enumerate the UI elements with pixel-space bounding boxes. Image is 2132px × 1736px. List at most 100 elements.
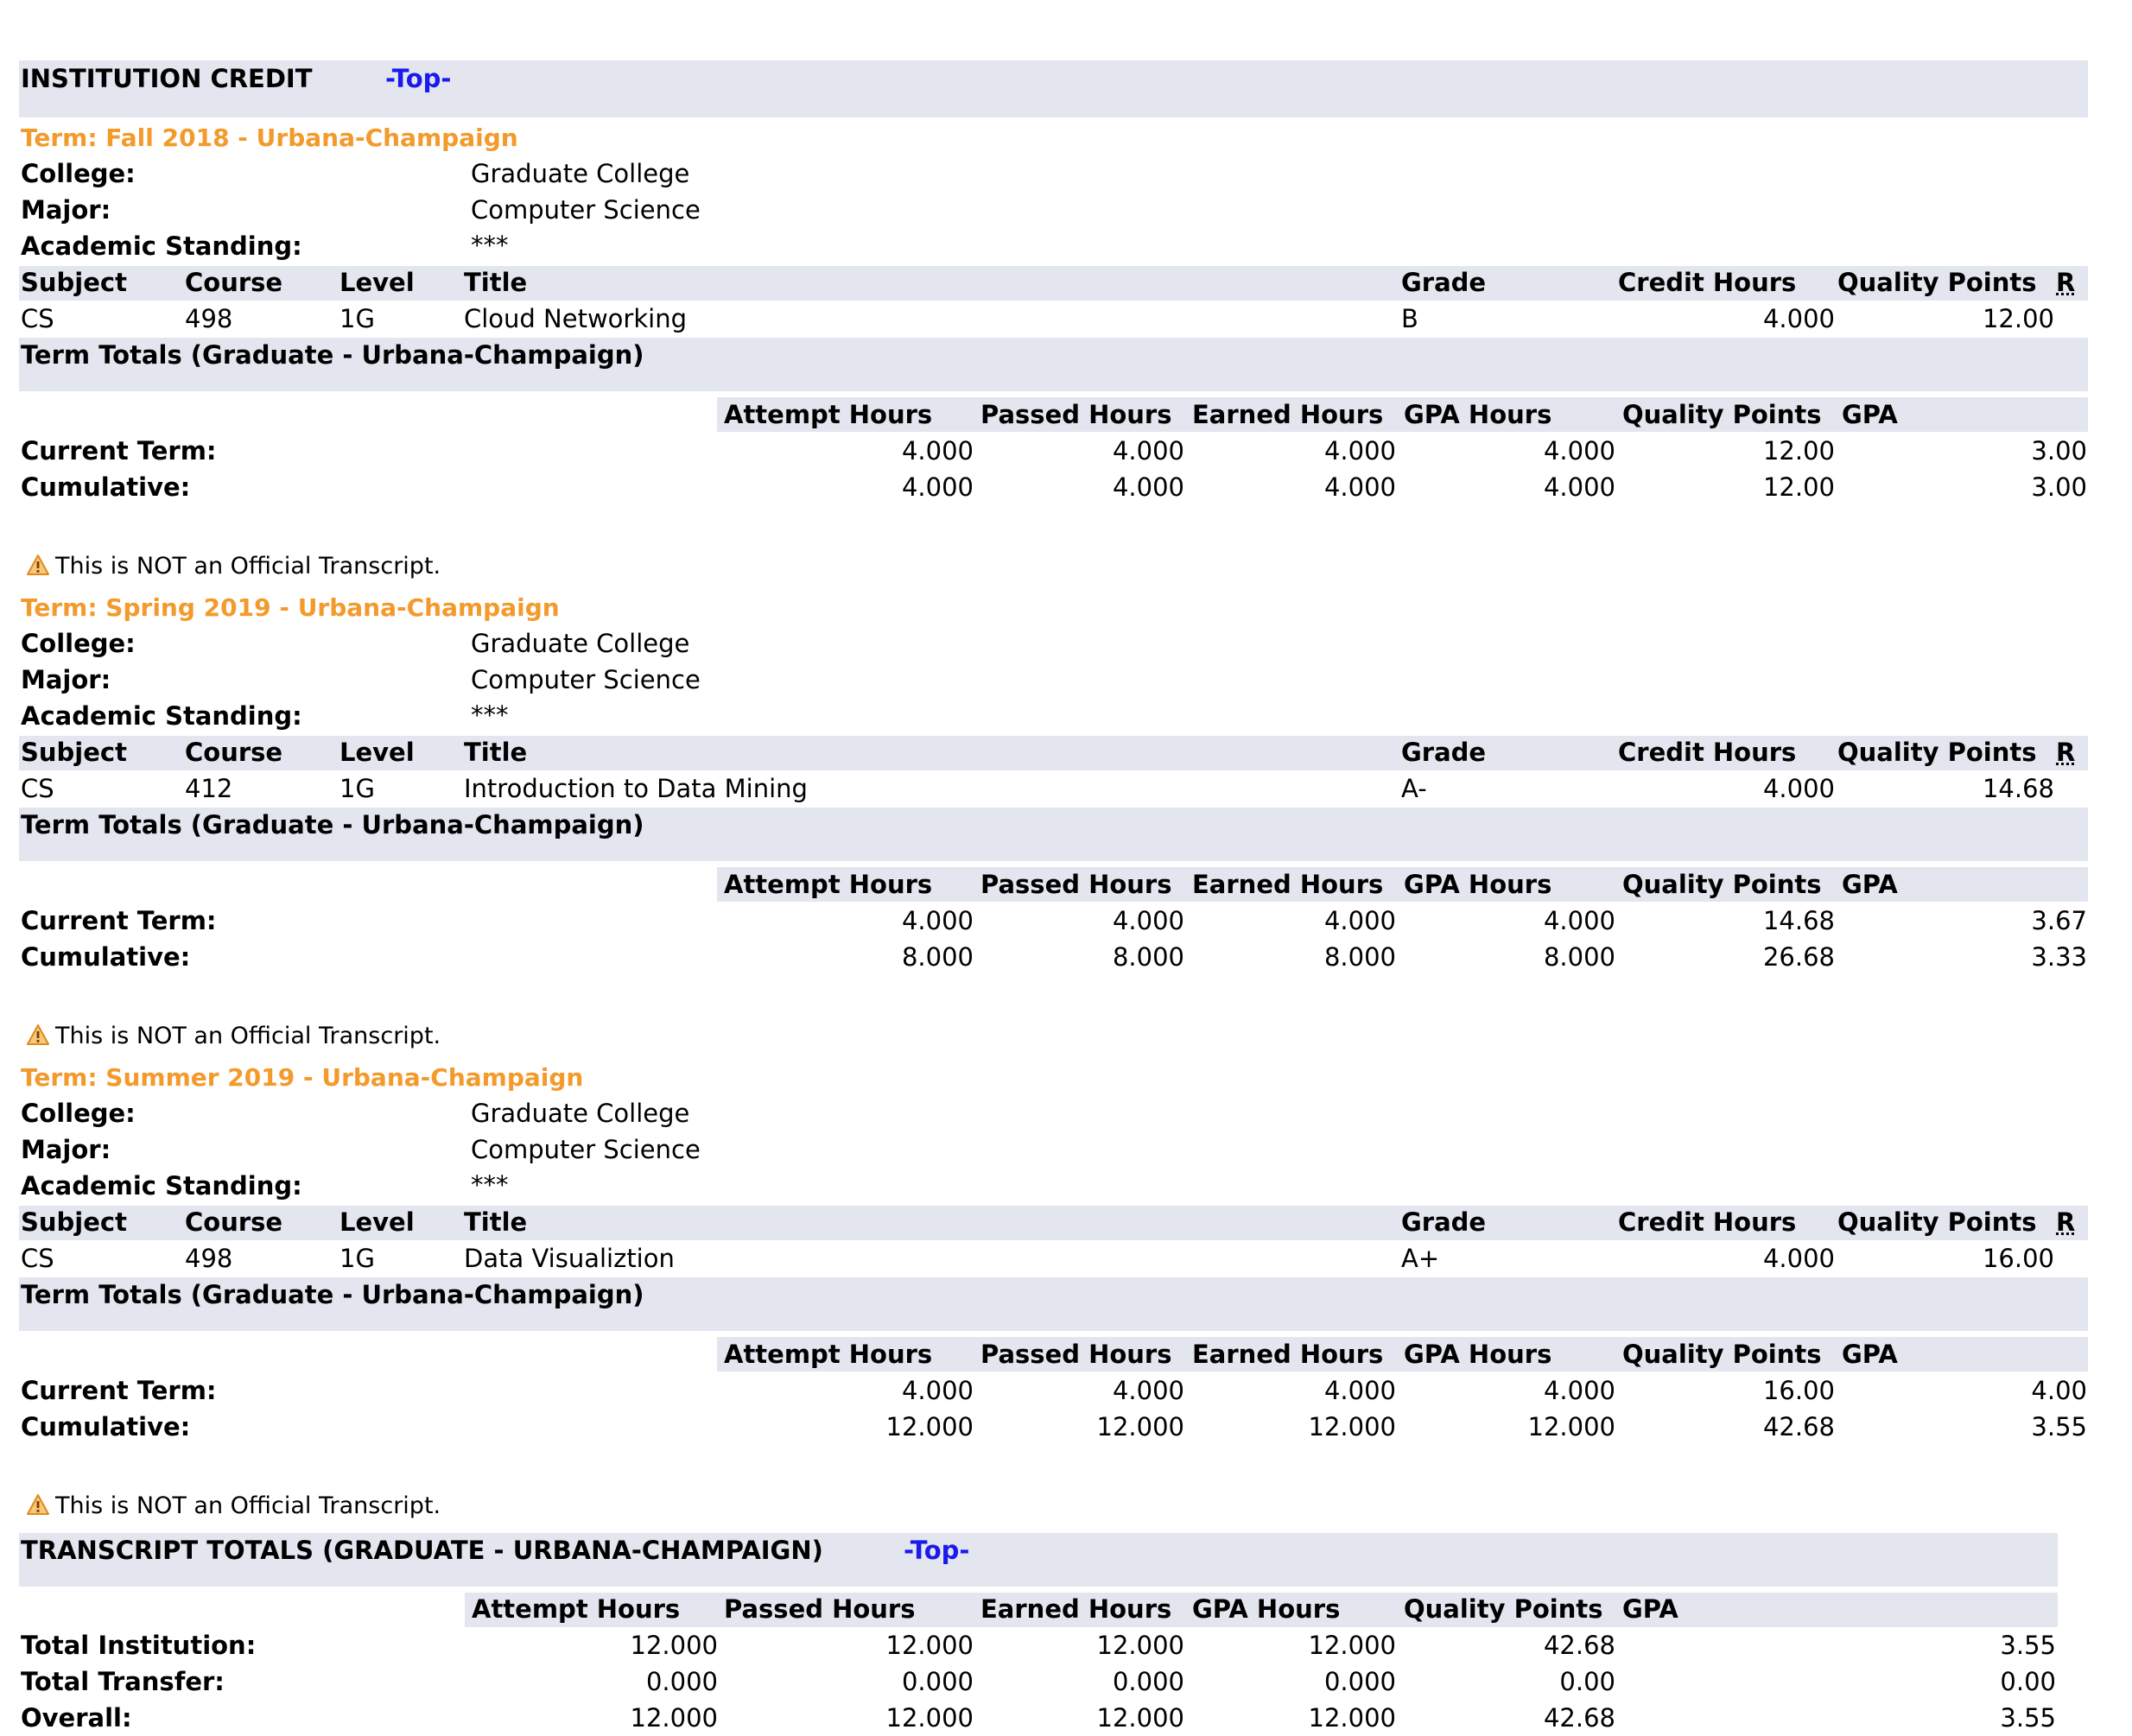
cumulative-value: 42.68 <box>1762 1412 1835 1441</box>
course-grade: B <box>1401 304 1418 333</box>
current-term-value: 16.00 <box>1762 1376 1835 1405</box>
totals-header-gpa: GPA <box>1842 1340 1898 1369</box>
cumulative-value: 4.000 <box>1543 472 1615 502</box>
course-title: Introduction to Data Mining <box>464 774 808 803</box>
course-grade: A+ <box>1401 1244 1440 1273</box>
cumulative-value: 12.00 <box>1762 472 1835 502</box>
transcript-header-quality-points: Quality Points <box>1404 1594 1603 1624</box>
major-label: Major: <box>21 195 111 225</box>
course-level: 1G <box>339 774 375 803</box>
transcript-row-value: 12.000 <box>1096 1703 1184 1733</box>
course-header-course: Course <box>185 1207 283 1237</box>
transcript-row-value: 0.000 <box>1112 1667 1184 1696</box>
cumulative-value: 12.000 <box>885 1412 974 1441</box>
transcript-row-value: 12.000 <box>630 1703 718 1733</box>
totals-header-gpa: GPA <box>1842 400 1898 429</box>
course-header-credit-hours: Credit Hours <box>1618 738 1797 767</box>
course-header-credit-hours: Credit Hours <box>1618 1207 1797 1237</box>
top-link[interactable]: -Top- <box>904 1538 969 1563</box>
cumulative-value: 8.000 <box>1543 942 1615 972</box>
term-heading: Term: Spring 2019 - Urbana-Champaign <box>21 593 560 622</box>
totals-header-quality-points: Quality Points <box>1622 870 1822 899</box>
major-value: Computer Science <box>471 195 701 225</box>
current-term-label: Current Term: <box>21 1376 217 1405</box>
warning-text: This is NOT an Official Transcript. <box>55 1492 441 1519</box>
current-term-label: Current Term: <box>21 436 217 466</box>
course-header-grade: Grade <box>1401 738 1487 767</box>
transcript-row-value: 12.000 <box>1308 1703 1396 1733</box>
totals-header-quality-points: Quality Points <box>1622 400 1822 429</box>
term-totals-title: Term Totals (Graduate - Urbana-Champaign… <box>21 1280 644 1309</box>
term-heading: Term: Fall 2018 - Urbana-Champaign <box>21 124 518 152</box>
course-level: 1G <box>339 1244 375 1273</box>
course-quality-points: 12.00 <box>1982 304 2054 333</box>
course-header-credit-hours: Credit Hours <box>1618 268 1797 297</box>
totals-header-gpa-hours: GPA Hours <box>1404 870 1552 899</box>
totals-header-passed-hours: Passed Hours <box>980 400 1172 429</box>
term-totals-title: Term Totals (Graduate - Urbana-Champaign… <box>21 810 644 839</box>
transcript-row-value: 0.000 <box>901 1667 974 1696</box>
standing-value: *** <box>471 231 509 260</box>
major-value: Computer Science <box>471 1135 701 1164</box>
current-term-label: Current Term: <box>21 906 217 935</box>
course-header-r: R <box>2056 738 2076 767</box>
course-grade: A- <box>1401 774 1427 803</box>
warning-triangle-icon <box>26 1493 50 1520</box>
course-credit-hours: 4.000 <box>1762 1244 1835 1273</box>
transcript-row-value: 0.000 <box>645 1667 718 1696</box>
totals-header-gpa: GPA <box>1842 870 1898 899</box>
course-subject: CS <box>21 774 54 803</box>
transcript-header-earned-hours: Earned Hours <box>980 1594 1172 1624</box>
current-term-value: 4.000 <box>901 1376 974 1405</box>
transcript-row-value: 12.000 <box>1096 1631 1184 1660</box>
college-label: College: <box>21 159 136 188</box>
course-header-r: R <box>2056 1207 2076 1237</box>
totals-header-passed-hours: Passed Hours <box>980 870 1172 899</box>
cumulative-value: 8.000 <box>901 942 974 972</box>
cumulative-value: 12.000 <box>1096 1412 1184 1441</box>
totals-header-gpa-hours: GPA Hours <box>1404 1340 1552 1369</box>
course-credit-hours: 4.000 <box>1762 774 1835 803</box>
cumulative-value: 26.68 <box>1762 942 1835 972</box>
course-header-quality-points: Quality Points <box>1837 1207 2037 1237</box>
course-subject: CS <box>21 304 54 333</box>
cumulative-value: 12.000 <box>1308 1412 1396 1441</box>
major-label: Major: <box>21 665 111 694</box>
course-header-r: R <box>2056 268 2076 297</box>
totals-header-earned-hours: Earned Hours <box>1192 400 1384 429</box>
cumulative-value: 4.000 <box>1323 472 1396 502</box>
transcript-row-value: 3.55 <box>2000 1631 2056 1660</box>
course-header-level: Level <box>339 1207 415 1237</box>
totals-header-earned-hours: Earned Hours <box>1192 870 1384 899</box>
course-title: Data Visualiztion <box>464 1244 675 1273</box>
current-term-value: 12.00 <box>1762 436 1835 466</box>
course-subject: CS <box>21 1244 54 1273</box>
cumulative-value: 4.000 <box>1112 472 1184 502</box>
course-header-grade: Grade <box>1401 1207 1487 1237</box>
college-value: Graduate College <box>471 1099 690 1128</box>
current-term-value: 4.000 <box>1323 906 1396 935</box>
course-header-title: Title <box>464 1207 528 1237</box>
course-header-course: Course <box>185 738 283 767</box>
standing-label: Academic Standing: <box>21 701 302 731</box>
totals-header-quality-points: Quality Points <box>1622 1340 1822 1369</box>
standing-label: Academic Standing: <box>21 231 302 261</box>
transcript-totals-title: TRANSCRIPT TOTALS (GRADUATE - URBANA-CHA… <box>21 1536 823 1565</box>
current-term-value: 4.000 <box>1112 1376 1184 1405</box>
totals-header-attempt-hours: Attempt Hours <box>724 400 933 429</box>
course-header-course: Course <box>185 268 283 297</box>
transcript-row-label: Total Institution: <box>21 1631 257 1660</box>
transcript-row-value: 3.55 <box>2000 1703 2056 1733</box>
warning-triangle-icon <box>26 1023 50 1050</box>
totals-header-passed-hours: Passed Hours <box>980 1340 1172 1369</box>
course-header-level: Level <box>339 738 415 767</box>
current-term-value: 4.000 <box>901 906 974 935</box>
warning-text: This is NOT an Official Transcript. <box>55 1023 441 1049</box>
institution-credit-header-band <box>19 60 2088 117</box>
top-link[interactable]: -Top- <box>385 67 451 92</box>
course-header-title: Title <box>464 268 528 297</box>
cumulative-value: 4.000 <box>901 472 974 502</box>
current-term-value: 4.000 <box>1112 906 1184 935</box>
course-header-quality-points: Quality Points <box>1837 268 2037 297</box>
current-term-value: 4.000 <box>1323 1376 1396 1405</box>
